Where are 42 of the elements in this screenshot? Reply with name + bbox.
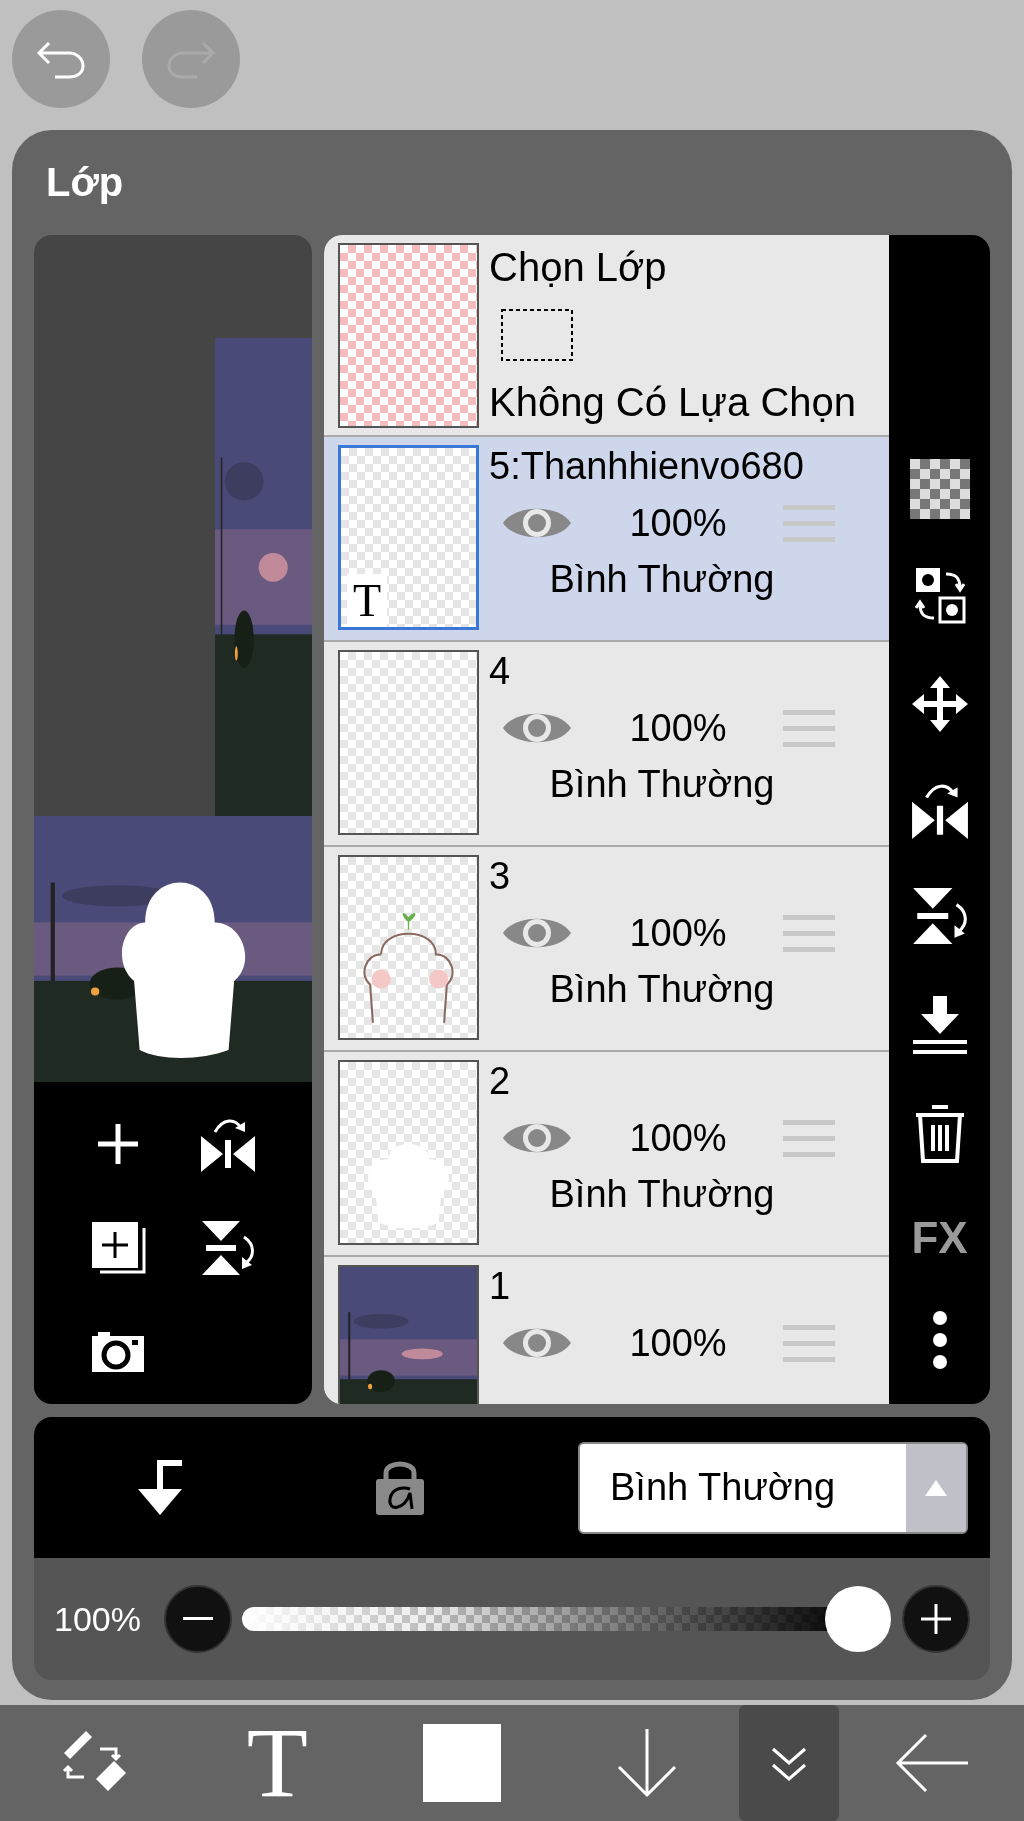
opacity-reading: 100% [54, 1599, 142, 1639]
square-icon [423, 1724, 501, 1802]
back-arrow-icon [893, 1733, 970, 1793]
layer-name: 1 [489, 1265, 512, 1308]
drag-handle-icon[interactable] [783, 1118, 835, 1158]
text-layer-badge: T [347, 574, 388, 627]
drag-handle-icon[interactable] [783, 708, 835, 748]
layer-name: 3 [489, 855, 512, 898]
layer-row[interactable]: T 5:Thanhhienvo680 100% Bình Thường [324, 437, 889, 642]
trash-icon[interactable] [913, 1103, 966, 1166]
layer-opacity: 100% [628, 501, 728, 545]
checker-icon[interactable] [909, 458, 970, 519]
more-icon[interactable] [931, 1310, 948, 1371]
plus-icon [921, 1604, 951, 1634]
layer-blend-mode: Bình Thường [549, 1173, 775, 1216]
collapse-button[interactable] [739, 1705, 840, 1821]
text-tool-button[interactable]: T [184, 1705, 370, 1821]
layer-blend-mode: Bình Thường [549, 763, 775, 806]
selection-layer-title: Chọn Lớp [489, 245, 668, 290]
flip-vertical-icon[interactable] [910, 886, 969, 947]
drag-handle-icon[interactable] [783, 1323, 835, 1363]
layer-opacity: 100% [628, 706, 728, 750]
selection-status: Không Có Lựa Chọn [489, 380, 857, 425]
undo-icon [35, 39, 87, 79]
blend-mode-dropdown[interactable]: Bình Thường [578, 1441, 968, 1534]
merge-down-icon[interactable] [910, 993, 969, 1056]
layer-name: 2 [489, 1060, 512, 1103]
fx-button[interactable]: FX [911, 1212, 968, 1263]
selection-rect-icon [501, 309, 573, 361]
layer-blend-mode: Bình Thường [549, 558, 775, 601]
layer-blend-mode: Bình Thường [549, 968, 775, 1011]
selection-layer-row[interactable]: Chọn Lớp Không Có Lựa Chọn [324, 235, 889, 437]
layer-name: 5:Thanhhienvo680 [489, 445, 805, 488]
drag-handle-icon[interactable] [783, 913, 835, 953]
layer-opacity: 100% [628, 911, 728, 955]
opacity-slider[interactable] [242, 1585, 892, 1653]
layer-opacity: 100% [628, 1321, 728, 1365]
panel-title: Lớp [45, 159, 125, 206]
layer-opacity: 100% [628, 1116, 728, 1160]
layer-name: 4 [489, 650, 512, 693]
minus-icon [183, 1617, 213, 1621]
drag-handle-icon[interactable] [783, 503, 835, 543]
